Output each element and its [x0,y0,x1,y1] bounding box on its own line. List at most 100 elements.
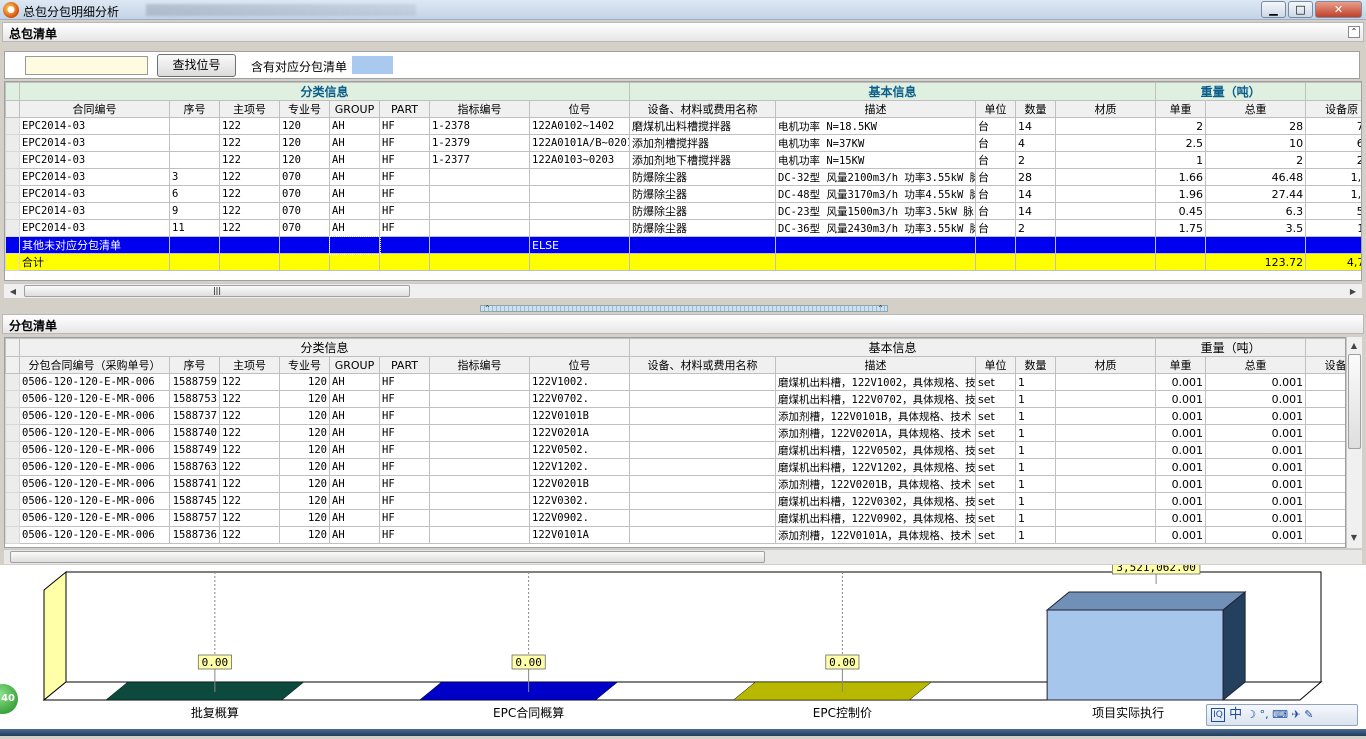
upper-table-row[interactable]: EPC2014-03 122 120 AH HF 1-2378 122A0102~1402 磨… [5,117,1361,135]
lower-column-header[interactable]: 数量 [1015,356,1057,374]
upper-column-header[interactable]: 主项号 [219,100,280,118]
lower-column-header[interactable]: 设备、材料或费用名称 [629,356,777,374]
lower-column-header[interactable]: 设备 [1305,356,1345,374]
upper-table-row[interactable]: EPC2014-03 9 122 070 AH HF 防爆除尘器 DC-23型 风量1500m… [5,202,1361,220]
lower-table-row[interactable]: 0506-120-120-E-MR-006 1588757 122 120 AH HF 12… [5,509,1345,527]
lower-table-row[interactable]: 0506-120-120-E-MR-006 1588763 122 120 AH HF 12… [5,458,1345,476]
lower-table-row[interactable]: 0506-120-120-E-MR-006 1588740 122 120 AH HF 12… [5,424,1345,442]
minimize-button[interactable]: ▁ [1261,1,1286,18]
scroll-down-icon[interactable]: ▼ [1347,531,1361,544]
upper-cell [528,185,631,203]
corner-cell [5,100,20,118]
upper-column-header[interactable]: 指标编号 [429,100,530,118]
upper-cell: AH [329,117,380,135]
lower-column-header[interactable]: 描述 [775,356,977,374]
lower-hscrollbar[interactable] [4,549,1362,564]
lower-column-header[interactable]: 总重 [1205,356,1307,374]
upper-column-header[interactable]: 设备原 [1305,100,1361,118]
lower-table-row[interactable]: 0506-120-120-E-MR-006 1588745 122 120 AH HF 12… [5,492,1345,510]
panel-splitter[interactable]: ⌃ ⌃ [480,305,888,313]
lower-cell [429,526,530,544]
upper-column-header[interactable]: GROUP [329,100,380,118]
upper-column-header[interactable]: 位号 [528,100,631,118]
lower-column-header[interactable]: 分包合同编号（采购单号） [19,356,170,374]
upper-column-header[interactable]: 数量 [1015,100,1057,118]
lower-column-header[interactable]: 位号 [528,356,631,374]
upper-hscrollbar[interactable]: ◀ ||| ▶ [4,283,1362,298]
upper-column-header[interactable]: PART [379,100,430,118]
row-indicator[interactable] [5,492,20,510]
lower-column-header[interactable]: 单位 [975,356,1017,374]
upper-column-header[interactable]: 单重 [1155,100,1207,118]
upper-table-row[interactable]: EPC2014-03 6 122 070 AH HF 防爆除尘器 DC-48型 风量3170m… [5,185,1361,203]
lower-table-row[interactable]: 0506-120-120-E-MR-006 1588737 122 120 AH HF 12… [5,407,1345,425]
upper-column-header[interactable]: 专业号 [279,100,330,118]
lower-vscrollbar[interactable]: ▲ ▼ [1346,337,1362,548]
lower-table-row[interactable]: 0506-120-120-E-MR-006 1588741 122 120 AH HF 12… [5,475,1345,493]
row-indicator[interactable] [5,441,20,459]
lower-cell: 1 [1015,373,1057,391]
row-indicator[interactable] [5,219,20,237]
upper-table-row[interactable]: EPC2014-03 122 120 AH HF 1-2379 122A0101A/B~02… [5,134,1361,152]
lower-column-header[interactable]: PART [379,356,430,374]
row-indicator[interactable] [5,509,20,527]
upper-column-header[interactable]: 描述 [775,100,977,118]
find-position-button[interactable]: 查找位号 [157,54,236,77]
upper-column-header[interactable]: 序号 [169,100,220,118]
lower-column-header[interactable]: 指标编号 [429,356,530,374]
lower-column-header[interactable]: GROUP [329,356,380,374]
ime-toolbar[interactable]: IQ 中 ☽ °, ⌨ ✈ ✎ [1206,704,1358,726]
upper-table-row[interactable]: EPC2014-03 3 122 070 AH HF 防爆除尘器 DC-32型 风量2100m… [5,168,1361,186]
row-indicator[interactable] [5,373,20,391]
upper-cell: 1-2377 [429,151,530,169]
maximize-button[interactable]: □ [1288,1,1313,18]
lower-table-row[interactable]: 0506-120-120-E-MR-006 1588759 122 120 AH HF 12… [5,373,1345,391]
lower-hscroll-thumb[interactable] [10,551,765,563]
row-indicator[interactable] [5,475,20,493]
lower-column-header[interactable]: 主项号 [219,356,280,374]
lower-cell: 120 [279,390,330,408]
upper-column-header[interactable]: 合同编号 [19,100,170,118]
row-indicator[interactable] [5,117,20,135]
collapse-icon[interactable]: ⌃ [1348,26,1360,38]
scroll-right-icon[interactable]: ▶ [1346,285,1360,298]
lower-table-row[interactable]: 0506-120-120-E-MR-006 1588749 122 120 AH HF 12… [5,441,1345,459]
scroll-up-icon[interactable]: ▲ [1347,339,1361,352]
close-button[interactable]: ✕ [1315,1,1362,18]
upper-table-row[interactable]: EPC2014-03 122 120 AH HF 1-2377 122A0103~0203 添… [5,151,1361,169]
lower-column-header[interactable]: 专业号 [279,356,330,374]
row-indicator[interactable] [5,390,20,408]
lower-cell: 磨煤机出料槽，122V0502，具体规格、技 [775,441,977,459]
row-indicator[interactable] [5,458,20,476]
lower-table-row[interactable]: 0506-120-120-E-MR-006 1588736 122 120 AH HF 12… [5,526,1345,544]
row-indicator [5,253,20,271]
row-indicator[interactable] [5,424,20,442]
upper-cell [1055,151,1157,169]
row-indicator[interactable] [5,168,20,186]
row-indicator[interactable] [5,185,20,203]
lower-cell [429,509,530,527]
upper-column-header[interactable]: 材质 [1055,100,1157,118]
upper-hscroll-thumb[interactable]: ||| [24,285,410,297]
row-indicator[interactable] [5,236,20,254]
lower-vscroll-thumb[interactable] [1348,354,1361,449]
lower-table-row[interactable]: 0506-120-120-E-MR-006 1588753 122 120 AH HF 12… [5,390,1345,408]
lower-column-header[interactable]: 序号 [169,356,220,374]
row-indicator[interactable] [5,151,20,169]
ime-mode-label[interactable]: 中 [1229,707,1242,722]
row-indicator[interactable] [5,407,20,425]
upper-column-header[interactable]: 单位 [975,100,1017,118]
row-indicator[interactable] [5,526,20,544]
lower-column-header[interactable]: 材质 [1055,356,1157,374]
lower-column-header[interactable]: 单重 [1155,356,1207,374]
position-search-input[interactable] [25,56,148,75]
ime-icons[interactable]: ☽ °, ⌨ ✈ ✎ [1246,708,1313,721]
scroll-left-icon[interactable]: ◀ [6,285,20,298]
upper-table-row[interactable]: EPC2014-03 11 122 070 AH HF 防爆除尘器 DC-36型 风量2430… [5,219,1361,237]
row-indicator[interactable] [5,202,20,220]
lower-cell: 0.001 [1155,492,1207,510]
upper-column-header[interactable]: 设备、材料或费用名称 [629,100,777,118]
unmatched-row[interactable]: 其他未对应分包清单 ELSE [5,235,1361,255]
upper-column-header[interactable]: 总重 [1205,100,1307,118]
row-indicator[interactable] [5,134,20,152]
